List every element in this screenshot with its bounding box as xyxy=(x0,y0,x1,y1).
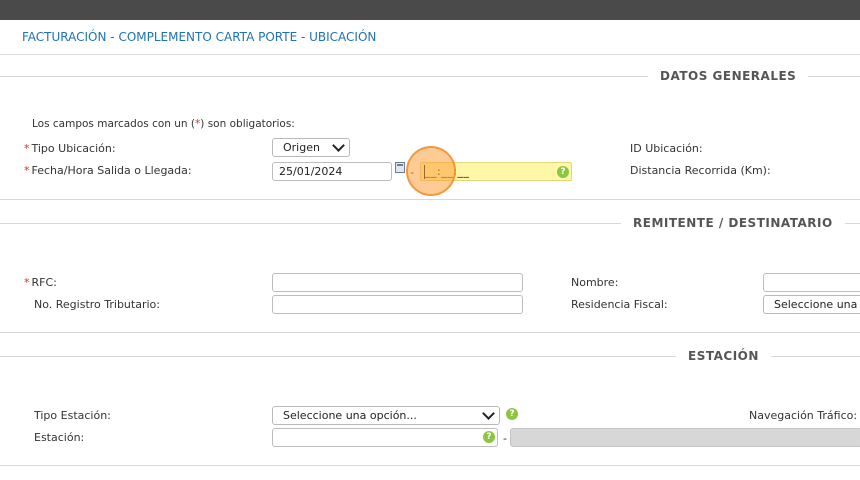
fecha-label: * Fecha/Hora Salida o Llegada: xyxy=(24,164,192,177)
question-mark-icon[interactable]: ? xyxy=(557,166,569,178)
residencia-fiscal-select[interactable]: Seleccione una xyxy=(763,295,860,314)
click-indicator xyxy=(406,146,456,196)
required-note: Los campos marcados con un (*) son oblig… xyxy=(32,118,295,130)
navegacion-trafico-label: Navegación Tráfico: xyxy=(749,409,858,422)
nombre-input[interactable] xyxy=(763,273,860,292)
estacion-separator: - xyxy=(503,432,507,445)
tipo-estacion-label: Tipo Estación: xyxy=(34,409,111,422)
nombre-label: Nombre: xyxy=(571,276,619,289)
tipo-ubicacion-label: * Tipo Ubicación: xyxy=(24,142,116,155)
question-mark-icon[interactable]: ? xyxy=(483,431,495,443)
section-divider xyxy=(0,332,860,333)
fecha-input[interactable]: 25/01/2024 xyxy=(272,162,392,181)
section-divider xyxy=(0,465,860,466)
tipo-ubicacion-select[interactable]: Origen xyxy=(272,138,350,157)
distancia-label: Distancia Recorrida (Km): xyxy=(630,164,771,177)
required-marker: * xyxy=(24,276,30,289)
section-title-remitente: REMITENTE / DESTINATARIO xyxy=(621,216,845,230)
page-title: FACTURACIÓN - COMPLEMENTO CARTA PORTE - … xyxy=(22,30,377,44)
residencia-fiscal-value: Seleccione una xyxy=(774,298,858,311)
top-bar xyxy=(0,0,860,20)
registro-tributario-input[interactable] xyxy=(272,295,523,314)
id-ubicacion-label: ID Ubicación: xyxy=(630,142,703,155)
tipo-estacion-value: Seleccione una opción... xyxy=(283,409,417,422)
section-divider xyxy=(0,199,860,200)
chevron-down-icon xyxy=(482,407,495,420)
section-title-estacion: ESTACIÓN xyxy=(676,349,771,363)
required-marker: * xyxy=(24,142,30,155)
registro-tributario-label: No. Registro Tributario: xyxy=(34,298,160,311)
rfc-label: * RFC: xyxy=(24,276,57,289)
required-marker: * xyxy=(24,164,30,177)
question-mark-icon[interactable]: ? xyxy=(506,408,518,420)
chevron-down-icon xyxy=(332,139,345,152)
section-title-datos-generales: DATOS GENERALES xyxy=(648,69,809,83)
calendar-icon[interactable] xyxy=(395,162,405,173)
estacion-label: Estación: xyxy=(34,431,85,444)
tipo-ubicacion-value: Origen xyxy=(283,141,320,154)
estacion-input[interactable]: ? xyxy=(272,428,498,447)
tipo-estacion-select[interactable]: Seleccione una opción... xyxy=(272,406,500,425)
estacion-description-field xyxy=(510,428,860,447)
rfc-input[interactable] xyxy=(272,273,523,292)
residencia-fiscal-label: Residencia Fiscal: xyxy=(571,298,668,311)
